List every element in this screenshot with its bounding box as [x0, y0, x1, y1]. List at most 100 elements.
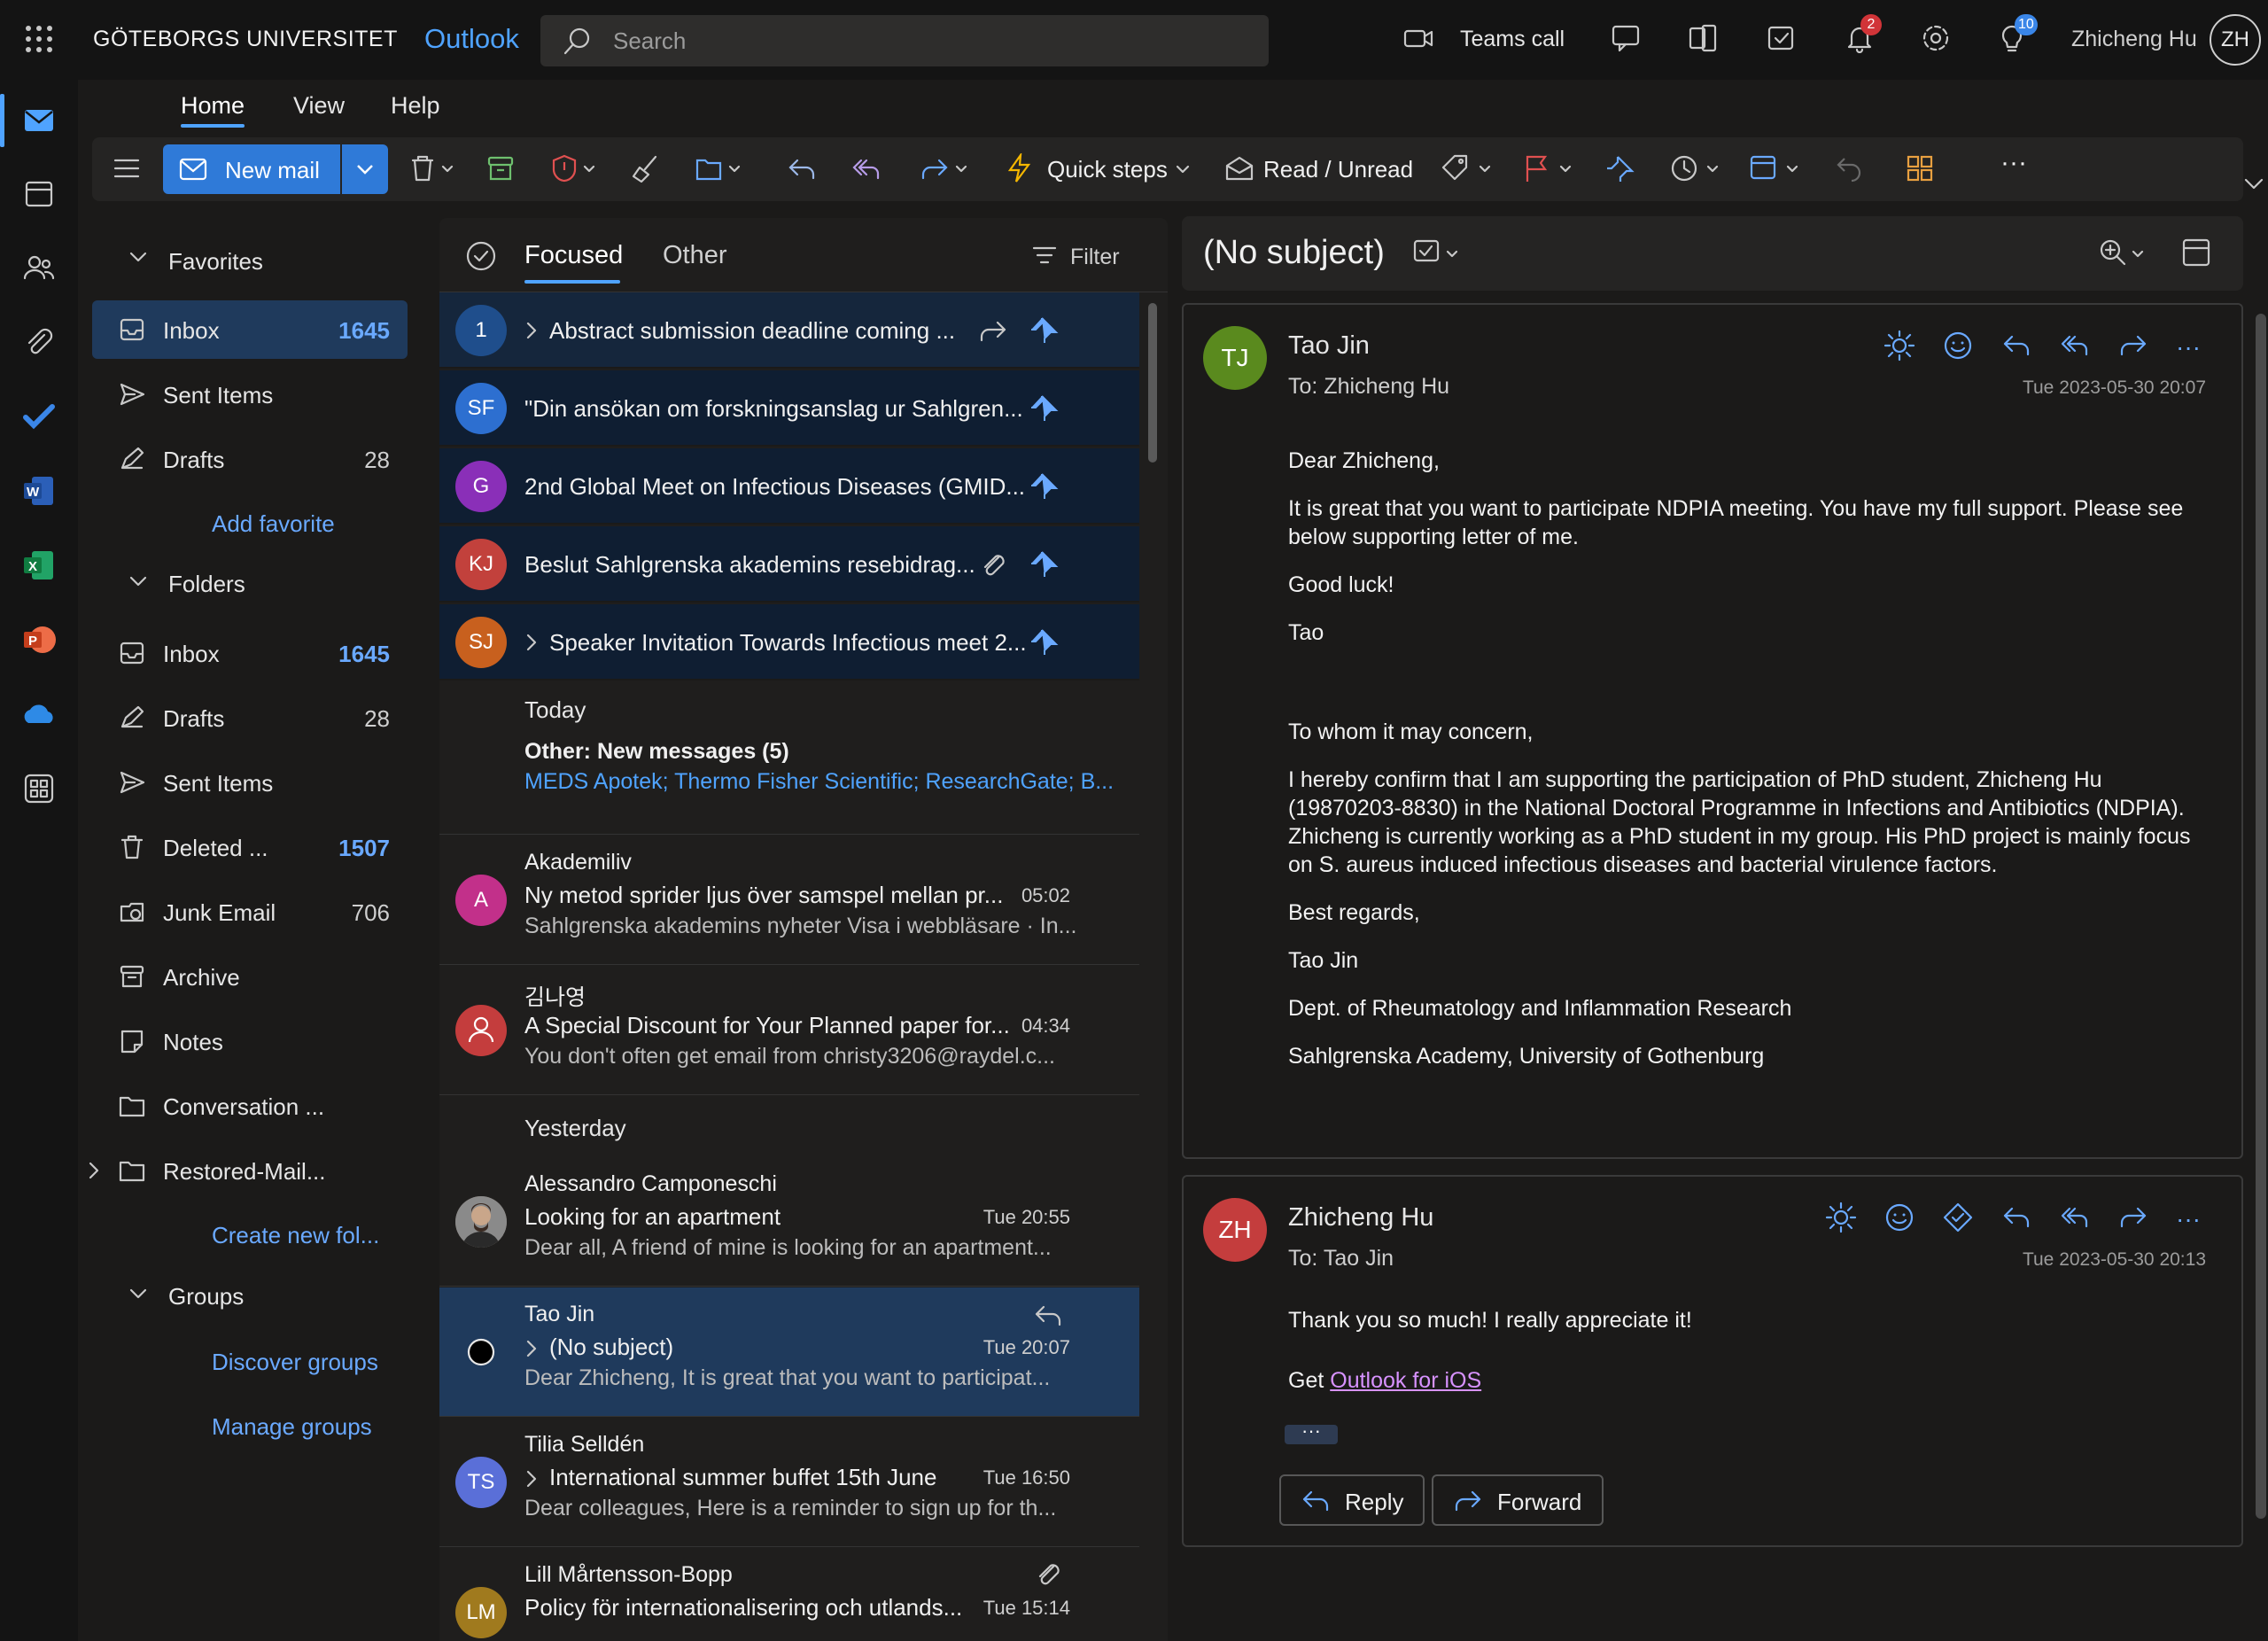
expand-chevron-icon[interactable]: [85, 1160, 103, 1181]
pin-icon[interactable]: [1605, 153, 1635, 183]
manage-groups-link[interactable]: Manage groups: [212, 1413, 372, 1441]
pinned-message[interactable]: 1 Abstract submission deadline coming ..…: [439, 292, 1139, 369]
list-item[interactable]: TS Tilia Selldén International summer bu…: [439, 1418, 1139, 1547]
thread-chevron-icon[interactable]: [524, 321, 539, 340]
sender-avatar[interactable]: TJ: [1203, 326, 1267, 390]
tab-home[interactable]: Home: [181, 92, 245, 120]
archive-icon[interactable]: [485, 153, 516, 183]
user-avatar[interactable]: ZH: [2210, 14, 2261, 66]
message-list-scrollbar[interactable]: [1148, 303, 1157, 463]
forward-button[interactable]: Forward: [1432, 1474, 1604, 1526]
word-icon[interactable]: W: [21, 473, 57, 509]
folders-chevron-icon[interactable]: [128, 572, 149, 590]
pin-icon[interactable]: [1029, 393, 1060, 424]
more-apps-icon[interactable]: [21, 771, 57, 806]
powerpoint-icon[interactable]: P: [21, 622, 57, 657]
summary-icon[interactable]: [1825, 1202, 1857, 1233]
more-actions-icon[interactable]: ···: [2176, 1205, 2201, 1233]
reply-icon[interactable]: [2000, 1202, 2032, 1233]
excel-icon[interactable]: X: [21, 548, 57, 583]
more-actions-icon[interactable]: ···: [2176, 333, 2201, 362]
folder-conversation-history[interactable]: Conversation ...: [92, 1077, 408, 1135]
add-favorite-link[interactable]: Add favorite: [212, 510, 335, 538]
outlook-ios-link[interactable]: Outlook for iOS: [1330, 1368, 1481, 1393]
create-new-folder-link[interactable]: Create new fol...: [212, 1222, 379, 1249]
reply-all-icon[interactable]: [2059, 1202, 2091, 1233]
select-checkbox[interactable]: [466, 1337, 496, 1367]
reply-all-icon[interactable]: [850, 153, 881, 183]
favorite-inbox[interactable]: Inbox 1645: [92, 300, 408, 359]
favorite-drafts[interactable]: Drafts 28: [92, 430, 408, 488]
forward-icon[interactable]: [2117, 330, 2149, 362]
tag-icon[interactable]: [1942, 1202, 1974, 1233]
quick-steps-icon[interactable]: [1005, 153, 1035, 183]
zoom-icon[interactable]: [2098, 237, 2151, 269]
sweep-icon[interactable]: [631, 153, 661, 183]
pinned-message[interactable]: SF "Din ansökan om forskningsanslag ur S…: [439, 370, 1139, 447]
mail-icon[interactable]: [21, 103, 57, 138]
sensitivity-icon[interactable]: [1412, 237, 1465, 269]
quick-steps-dropdown-icon[interactable]: [1175, 153, 1192, 183]
sender-name[interactable]: Zhicheng Hu: [1288, 1203, 1433, 1233]
move-to-icon[interactable]: [695, 153, 744, 183]
search-input[interactable]: Search: [540, 15, 1269, 66]
tab-other[interactable]: Other: [663, 241, 727, 270]
thread-chevron-icon[interactable]: [524, 633, 539, 652]
folder-junk-email[interactable]: Junk Email 706: [92, 883, 408, 941]
read-unread-label[interactable]: Read / Unread: [1263, 156, 1413, 183]
tab-focused[interactable]: Focused: [524, 241, 623, 270]
pinned-message[interactable]: G 2nd Global Meet on Infectious Diseases…: [439, 448, 1139, 525]
pin-icon[interactable]: [1029, 549, 1060, 579]
folder-drafts[interactable]: Drafts 28: [92, 688, 408, 747]
folder-sent-items[interactable]: Sent Items: [92, 753, 408, 812]
filter-icon[interactable]: [1031, 243, 1058, 268]
office-icon[interactable]: [1688, 23, 1718, 53]
ribbon-expand-icon[interactable]: [2243, 175, 2264, 193]
list-item[interactable]: Alessandro Camponeschi Looking for an ap…: [439, 1157, 1139, 1287]
list-item[interactable]: LM Lill Mårtensson-Bopp Policy för inter…: [439, 1548, 1139, 1641]
attachment-icon[interactable]: [21, 324, 57, 360]
folder-archive[interactable]: Archive: [92, 947, 408, 1006]
chat-icon[interactable]: [1611, 23, 1643, 53]
apps-icon[interactable]: [1905, 153, 1935, 183]
categorize-icon[interactable]: [1441, 153, 1497, 183]
show-trimmed-content-button[interactable]: ···: [1285, 1421, 1338, 1444]
teams-call-icon[interactable]: [1403, 23, 1433, 53]
snooze-icon[interactable]: [1669, 153, 1722, 183]
quick-steps-label[interactable]: Quick steps: [1047, 156, 1168, 183]
other-new-messages[interactable]: Other: New messages (5) MEDS Apotek; The…: [439, 732, 1139, 835]
new-mail-button[interactable]: New mail: [163, 144, 340, 194]
pin-icon[interactable]: [1029, 315, 1060, 346]
folders-header[interactable]: Folders: [168, 571, 245, 598]
list-item[interactable]: A Akademiliv Ny metod sprider ljus över …: [439, 836, 1139, 965]
user-name[interactable]: Zhicheng Hu: [2071, 27, 2197, 52]
reply-icon[interactable]: [787, 153, 817, 183]
pinned-message[interactable]: KJ Beslut Sahlgrenska akademins resebidr…: [439, 526, 1139, 603]
folder-deleted-items[interactable]: Deleted ... 1507: [92, 818, 408, 876]
folder-restored-mail[interactable]: Restored-Mail...: [89, 1141, 408, 1200]
delete-icon[interactable]: [408, 153, 457, 183]
rules-icon[interactable]: [1749, 153, 1802, 183]
emoji-reaction-icon[interactable]: [1884, 1202, 1915, 1233]
tips-icon[interactable]: 10: [1997, 14, 2038, 53]
immersive-reader-icon[interactable]: [2181, 237, 2211, 268]
tab-help[interactable]: Help: [391, 92, 440, 120]
reply-button[interactable]: Reply: [1279, 1474, 1425, 1526]
sender-name[interactable]: Tao Jin: [1288, 331, 1370, 361]
report-icon[interactable]: [549, 153, 599, 183]
pin-icon[interactable]: [1029, 627, 1060, 657]
teams-call-label[interactable]: Teams call: [1460, 27, 1565, 52]
thread-chevron-icon[interactable]: [524, 1469, 539, 1489]
summary-icon[interactable]: [1884, 330, 1915, 362]
org-name[interactable]: GÖTEBORGS UNIVERSITET: [93, 27, 398, 52]
favorites-chevron-icon[interactable]: [128, 248, 149, 266]
onedrive-icon[interactable]: [21, 696, 57, 732]
app-name[interactable]: Outlook: [424, 23, 519, 55]
settings-icon[interactable]: [1921, 23, 1951, 53]
reply-all-icon[interactable]: [2059, 330, 2091, 362]
hamburger-menu-icon[interactable]: [112, 153, 142, 183]
todo-app-icon[interactable]: [21, 399, 57, 434]
calendar-icon[interactable]: [21, 175, 57, 211]
app-launcher-icon[interactable]: [25, 25, 53, 53]
forward-icon[interactable]: [2117, 1202, 2149, 1233]
